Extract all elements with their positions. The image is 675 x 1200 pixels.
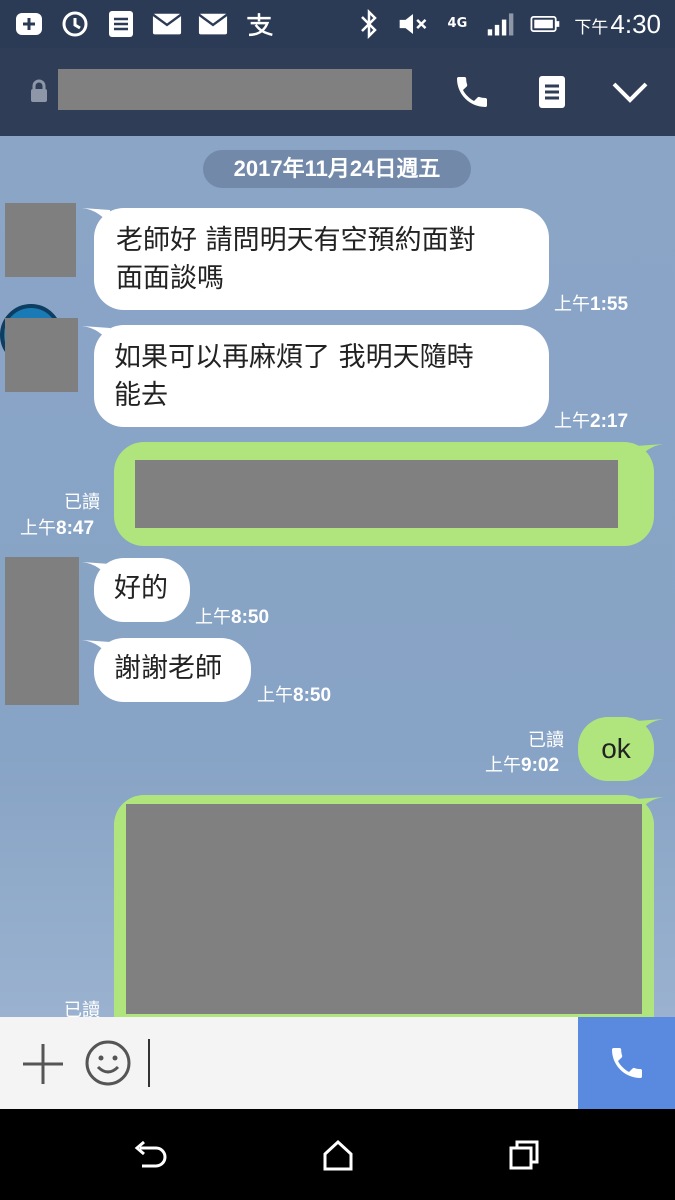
clock: 下午4:30 — [574, 8, 661, 39]
redacted-content — [135, 460, 618, 528]
message-input-bar — [0, 1017, 675, 1109]
avatar[interactable] — [5, 203, 76, 277]
add-app-icon — [14, 9, 44, 39]
message-input[interactable] — [148, 1039, 568, 1087]
message-text-line: 如果可以再麻煩了 我明天隨時 — [114, 342, 474, 373]
read-receipt: 已讀 — [64, 1000, 100, 1017]
avatar[interactable] — [5, 557, 79, 705]
status-bar: 4G 下午4:30 — [0, 0, 675, 48]
notes-icon — [106, 9, 136, 39]
read-receipt: 已讀 — [528, 730, 564, 751]
message-time: 上午1:55 — [554, 294, 629, 315]
message-text-line: 能去 — [114, 380, 168, 411]
mail-icon — [152, 9, 182, 39]
message-bubble[interactable]: 好的 — [94, 558, 190, 622]
chevron-down-icon[interactable] — [608, 70, 652, 114]
bubble-tail — [634, 444, 664, 464]
sync-icon — [60, 9, 90, 39]
navigation-bar — [0, 1109, 675, 1200]
message-text-line: 面面談嗎 — [116, 263, 224, 294]
plus-icon[interactable] — [20, 1041, 66, 1087]
redacted-content — [126, 804, 642, 1014]
message-bubble[interactable]: 如果可以再麻煩了 我明天隨時 能去 — [94, 325, 549, 427]
back-icon[interactable] — [132, 1137, 168, 1173]
chat-area[interactable]: 2017年11月24日週五 老師好 請問明天有空預約面對 面面談嗎 上午1:55… — [0, 136, 675, 1017]
message-text: 謝謝老師 — [114, 653, 222, 684]
mail-icon-2 — [198, 9, 228, 39]
recent-apps-icon[interactable] — [506, 1137, 542, 1173]
message-text-line: 老師好 請問明天有空預約面對 — [116, 225, 476, 256]
home-icon[interactable] — [320, 1137, 356, 1173]
chat-header — [0, 48, 675, 136]
date-separator: 2017年11月24日週五 — [203, 150, 471, 188]
message-time: 上午8:47 — [20, 518, 95, 539]
bluetooth-icon — [354, 9, 384, 39]
emoji-icon[interactable] — [84, 1039, 132, 1087]
contact-name-redacted — [58, 69, 412, 110]
message-time: 上午8:50 — [257, 685, 332, 706]
notes-button[interactable] — [530, 70, 574, 114]
phone-icon — [611, 1048, 642, 1078]
battery-icon — [530, 9, 560, 39]
signal-icon — [486, 9, 516, 39]
message-text: ok — [601, 733, 631, 764]
phone-icon[interactable] — [450, 70, 494, 114]
network-4g-icon: 4G — [447, 16, 468, 31]
lock-icon — [30, 79, 48, 107]
notification-icons — [14, 9, 274, 39]
read-receipt: 已讀 — [64, 492, 100, 513]
mute-icon — [398, 9, 428, 39]
bubble-tail — [634, 719, 664, 739]
message-time: 上午2:17 — [554, 411, 629, 432]
message-bubble[interactable]: 謝謝老師 — [94, 638, 251, 702]
message-text: 好的 — [114, 573, 168, 604]
message-time: 上午9:02 — [485, 755, 560, 776]
avatar[interactable] — [5, 318, 78, 392]
alipay-icon — [244, 9, 274, 39]
call-button[interactable] — [578, 1017, 675, 1109]
message-time: 上午8:50 — [195, 607, 270, 628]
message-bubble[interactable]: 老師好 請問明天有空預約面對 面面談嗎 — [94, 208, 549, 310]
